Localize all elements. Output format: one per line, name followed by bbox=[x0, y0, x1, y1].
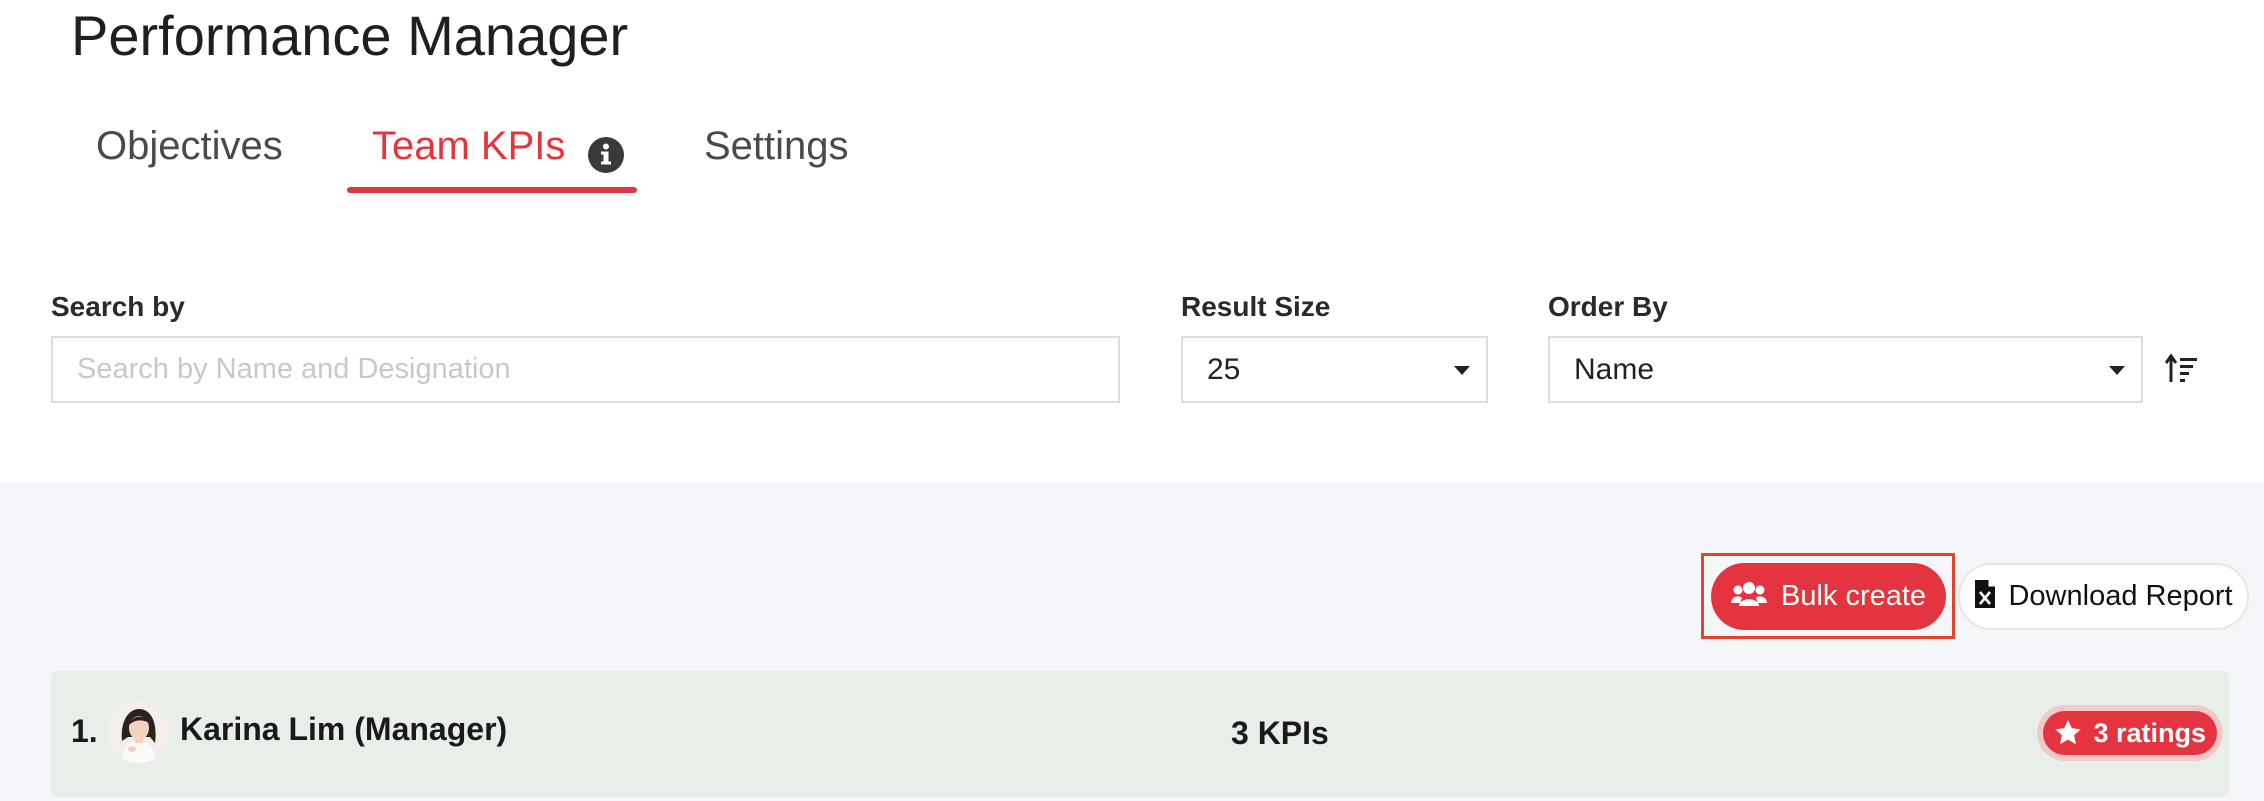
tab-label: Objectives bbox=[96, 124, 283, 168]
order-by-value: Name bbox=[1574, 353, 1655, 386]
sort-ascending-icon[interactable] bbox=[2164, 352, 2199, 386]
result-size-label: Result Size bbox=[1181, 291, 1331, 322]
list-item[interactable]: 1. Karina Lim (Manager) 3 KPIs 3 ratings bbox=[51, 671, 2229, 797]
order-by-select[interactable]: Name bbox=[1548, 336, 2143, 403]
ratings-badge[interactable]: 3 ratings bbox=[2043, 711, 2217, 755]
chevron-down-icon bbox=[1454, 366, 1470, 375]
tab-team-kpis[interactable]: Team KPIs bbox=[372, 110, 625, 196]
chevron-down-icon bbox=[2109, 366, 2125, 375]
search-label: Search by bbox=[51, 291, 185, 322]
info-icon[interactable] bbox=[587, 125, 625, 174]
order-by-label: Order By bbox=[1548, 291, 1668, 322]
result-size-value: 25 bbox=[1207, 353, 1241, 386]
bulk-create-label: Bulk create bbox=[1780, 580, 1927, 612]
tab-objectives[interactable]: Objectives bbox=[96, 110, 283, 196]
ratings-label: 3 ratings bbox=[2093, 718, 2207, 748]
ratings-badge-container: 3 ratings bbox=[2037, 705, 2223, 761]
bulk-create-button[interactable]: Bulk create bbox=[1711, 563, 1946, 630]
users-icon bbox=[1730, 580, 1781, 612]
active-tab-indicator bbox=[347, 187, 637, 193]
download-report-label: Download Report bbox=[2008, 580, 2233, 612]
avatar bbox=[108, 701, 170, 763]
result-size-select[interactable]: 25 bbox=[1181, 336, 1488, 403]
tab-label: Settings bbox=[704, 124, 849, 168]
star-icon bbox=[2054, 718, 2094, 748]
kpi-count: 3 KPIs bbox=[1231, 715, 1329, 751]
page-title: Performance Manager bbox=[71, 4, 629, 67]
row-number: 1. bbox=[71, 713, 98, 749]
excel-file-icon bbox=[1974, 580, 2008, 612]
download-report-button[interactable]: Download Report bbox=[1958, 563, 2249, 630]
tab-label: Team KPIs bbox=[372, 124, 566, 168]
tab-settings[interactable]: Settings bbox=[704, 110, 849, 196]
search-input[interactable] bbox=[51, 336, 1120, 403]
employee-name[interactable]: Karina Lim (Manager) bbox=[180, 711, 507, 748]
